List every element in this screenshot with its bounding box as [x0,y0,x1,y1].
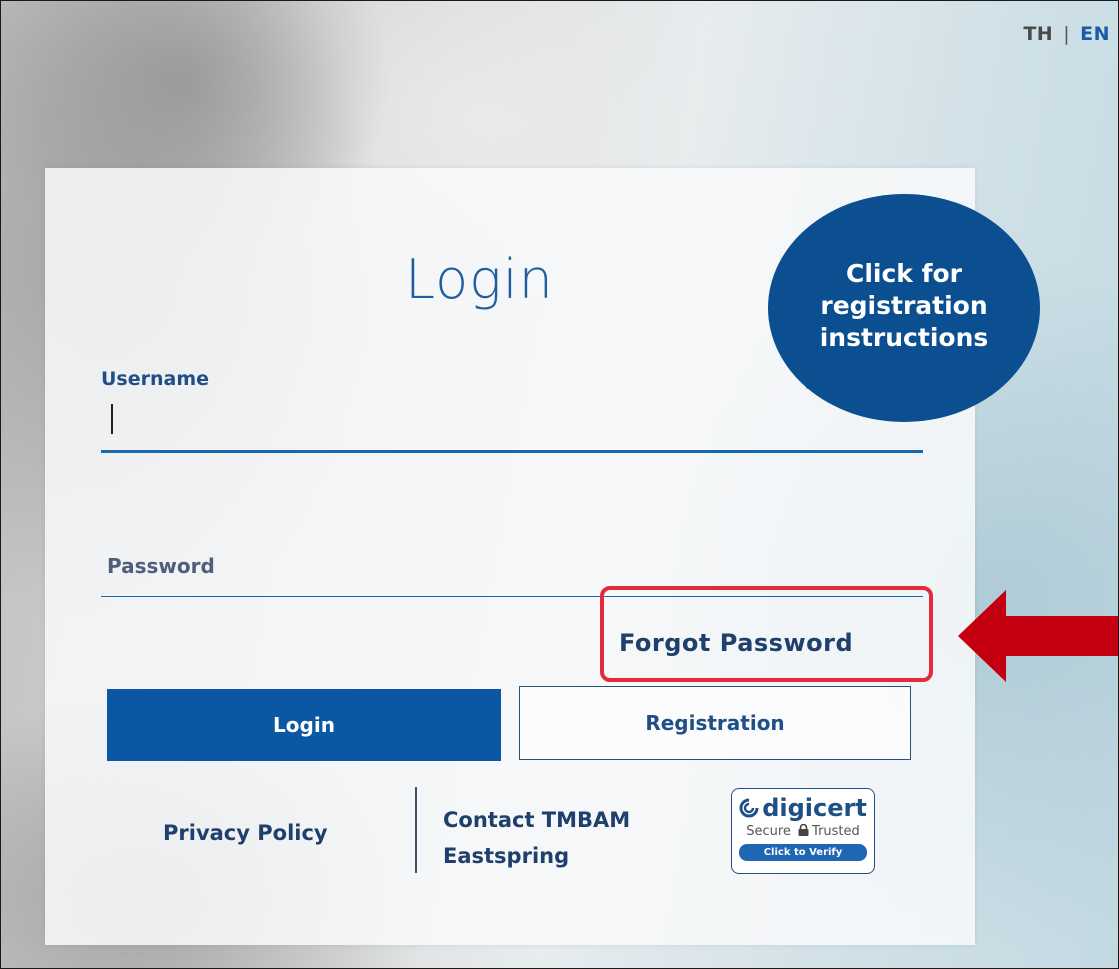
footer-divider [415,787,417,873]
contact-line-2: Eastspring [443,844,570,868]
login-button[interactable]: Login [107,689,501,761]
digicert-seal[interactable]: digicert Secure Trusted Click to Verify [731,788,875,874]
contact-link[interactable]: Contact TMBAM Eastspring [443,802,630,874]
language-separator: | [1063,23,1071,45]
username-input[interactable] [101,396,923,453]
registration-instructions-bubble[interactable]: Click for registration instructions [768,194,1040,422]
digicert-logo-icon [739,798,759,818]
lock-icon [798,824,809,836]
password-label: Password [107,554,215,578]
digicert-brand: digicert [732,795,874,821]
text-caret [111,404,113,434]
language-th-link[interactable]: TH [1023,23,1053,45]
forgot-password-link[interactable]: Forgot Password [619,629,853,657]
language-en-link[interactable]: EN [1080,23,1110,45]
language-switcher: TH | EN [1023,23,1110,45]
registration-button[interactable]: Registration [519,686,911,760]
login-card: Login Click for registration instruction… [45,168,1040,945]
page-frame: TH | EN Login Click for registration instr… [0,0,1119,969]
registration-bubble-text: Click for registration instructions [819,259,989,352]
annotation-arrow-icon [958,590,1118,682]
contact-line-1: Contact TMBAM [443,808,631,832]
username-label: Username [101,368,210,390]
digicert-verify-button[interactable]: Click to Verify [739,844,867,861]
privacy-policy-link[interactable]: Privacy Policy [163,821,328,845]
digicert-secure-trusted: Secure Trusted [746,824,860,839]
page-title: Login [405,248,554,311]
